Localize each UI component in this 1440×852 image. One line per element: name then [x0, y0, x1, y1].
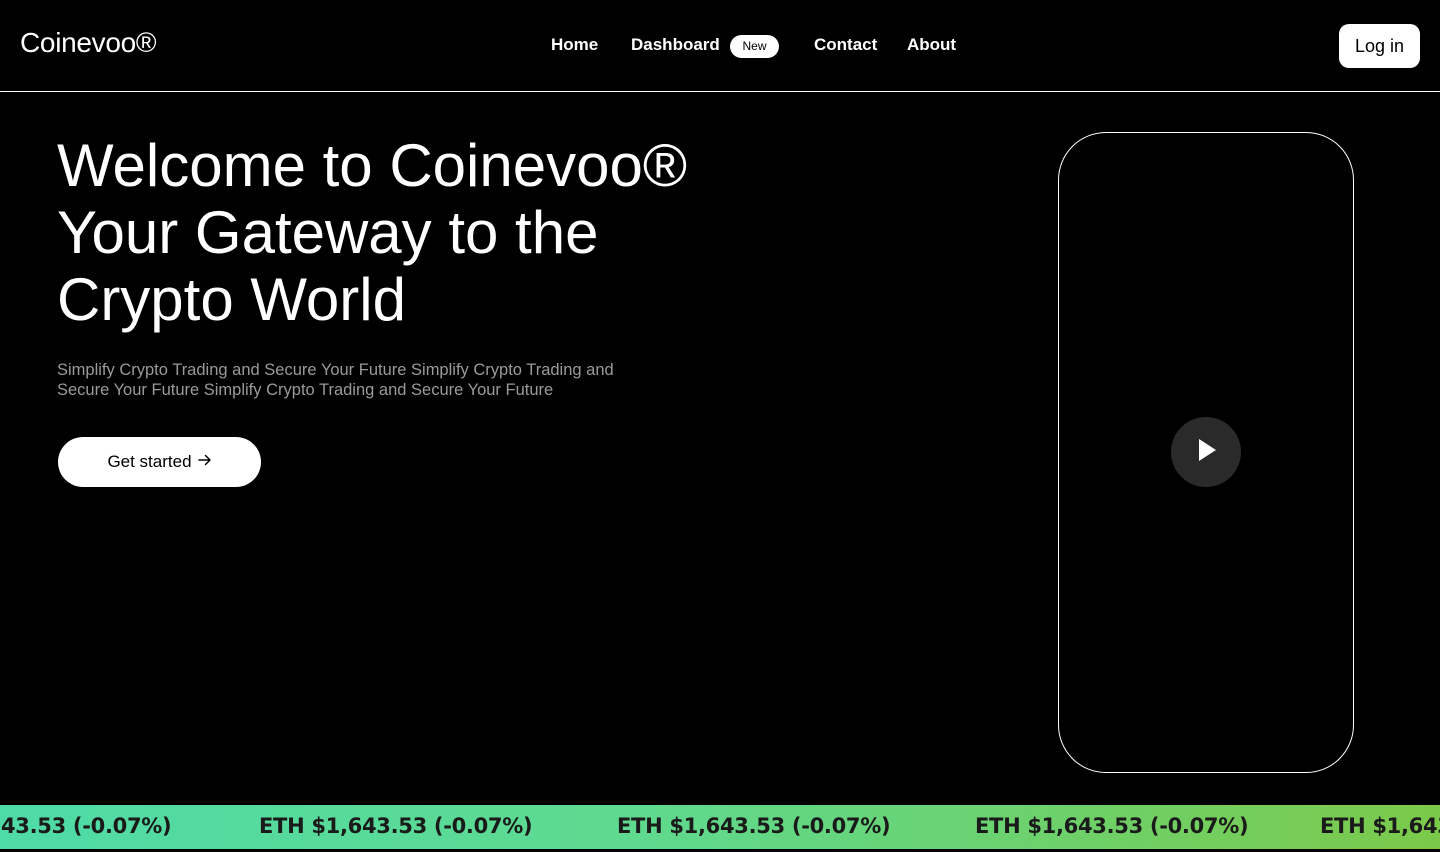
- nav-link-contact[interactable]: Contact: [814, 35, 877, 55]
- hero-title-line-2: Your Gateway to the: [57, 199, 599, 266]
- brand-logo[interactable]: Coinevoo®: [20, 27, 157, 59]
- ticker-item: 43.53 (-0.07%): [1, 814, 172, 838]
- nav-link-home[interactable]: Home: [551, 35, 598, 55]
- nav-link-about[interactable]: About: [907, 35, 956, 55]
- hero-subtitle: Simplify Crypto Trading and Secure Your …: [57, 361, 614, 399]
- ticker-item: ETH $1,643.53 (-0.07%): [259, 814, 533, 838]
- hero-title-line-3: Crypto World: [57, 266, 406, 333]
- login-button[interactable]: Log in: [1339, 24, 1420, 68]
- price-ticker: 43.53 (-0.07%) ETH $1,643.53 (-0.07%) ET…: [0, 805, 1440, 849]
- arrow-right-icon: [197, 452, 212, 472]
- get-started-label: Get started: [107, 452, 192, 471]
- ticker-item: ETH $1,643.53 (-0.07%): [975, 814, 1249, 838]
- top-navbar: Coinevoo® Home Dashboard New Contact Abo…: [0, 0, 1440, 92]
- ticker-item: ETH $1,643.53 (-0.07%): [617, 814, 891, 838]
- hero-title-line-1: Welcome to Coinevoo®: [57, 132, 688, 199]
- nav-link-dashboard[interactable]: Dashboard: [631, 35, 720, 55]
- play-button[interactable]: [1171, 417, 1241, 487]
- play-icon: [1192, 436, 1220, 469]
- new-badge: New: [730, 35, 779, 58]
- get-started-button[interactable]: Get started: [58, 437, 261, 487]
- hero-title: Welcome to Coinevoo® Your Gateway to the…: [57, 132, 757, 333]
- ticker-item: ETH $1,643: [1320, 814, 1440, 838]
